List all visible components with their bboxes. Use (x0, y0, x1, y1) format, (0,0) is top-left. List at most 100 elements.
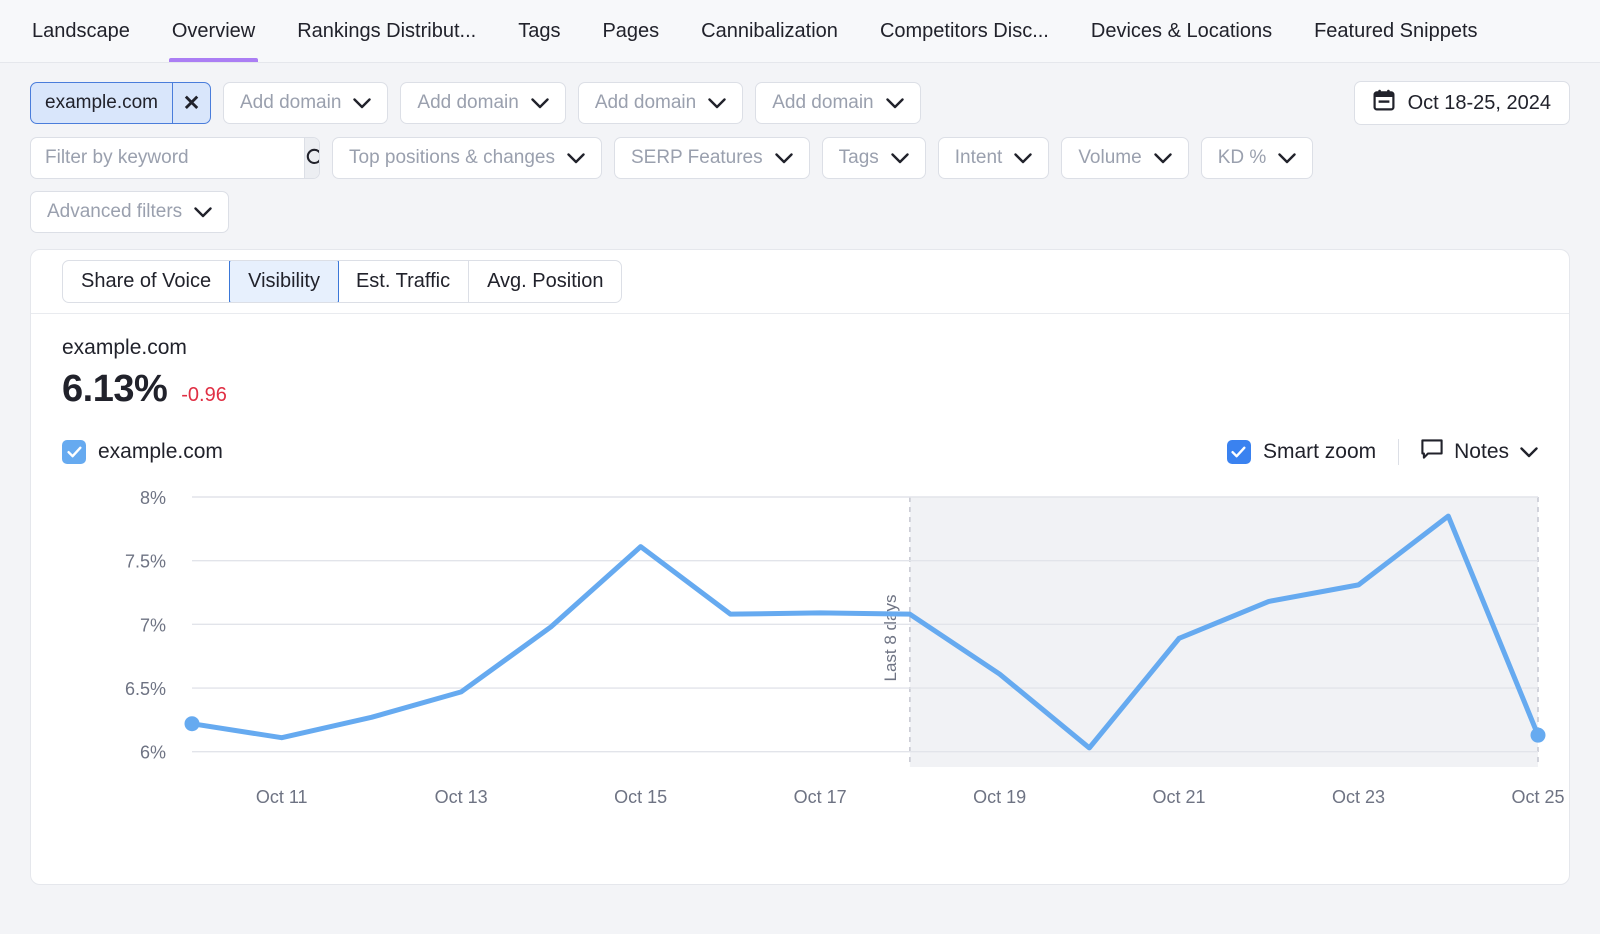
tab-label: Devices & Locations (1091, 20, 1272, 43)
notes-dropdown[interactable]: Notes (1421, 439, 1538, 466)
search-input[interactable] (31, 138, 304, 178)
chart-legend-row: example.com Smart zoom Notes (62, 439, 1538, 465)
tab-cannibalization[interactable]: Cannibalization (680, 0, 859, 62)
visibility-line-chart: Last 8 days6%6.5%7%7.5%8%Oct 11Oct 13Oct… (62, 483, 1538, 823)
chevron-down-icon (1154, 153, 1172, 164)
metric-segmented-control: Share of Voice Visibility Est. Traffic A… (62, 260, 622, 303)
chevron-down-icon (1520, 440, 1538, 464)
series-checkbox-example-com[interactable] (62, 440, 86, 464)
metric-tab-label: Visibility (248, 270, 320, 293)
smart-zoom-toggle[interactable]: Smart zoom (1227, 440, 1376, 464)
filter-serp-features[interactable]: SERP Features (614, 137, 810, 179)
tab-label: Featured Snippets (1314, 20, 1477, 43)
domain-row: example.com ✕ Add domain Add domain Add … (30, 81, 1570, 125)
add-domain-label: Add domain (595, 92, 696, 114)
advanced-filters-button[interactable]: Advanced filters (30, 191, 229, 233)
filter-top-positions-changes[interactable]: Top positions & changes (332, 137, 602, 179)
smart-zoom-label: Smart zoom (1263, 440, 1376, 464)
summary-domain: example.com (62, 336, 1538, 360)
add-domain-label: Add domain (417, 92, 518, 114)
chart-svg[interactable]: Last 8 days6%6.5%7%7.5%8%Oct 11Oct 13Oct… (62, 483, 1568, 823)
tab-landscape[interactable]: Landscape (32, 0, 151, 62)
filter-label: Intent (955, 147, 1003, 169)
metric-tab-est-traffic[interactable]: Est. Traffic (338, 261, 469, 302)
add-domain-label: Add domain (772, 92, 873, 114)
tab-featured-snippets[interactable]: Featured Snippets (1293, 0, 1498, 62)
chart-endpoint-marker[interactable] (1531, 728, 1546, 743)
chart-highlight-region (910, 497, 1538, 767)
chart-endpoint-marker[interactable] (185, 716, 200, 731)
date-range-label: Oct 18-25, 2024 (1408, 92, 1551, 115)
filter-intent[interactable]: Intent (938, 137, 1050, 179)
tab-pages[interactable]: Pages (581, 0, 680, 62)
main-tab-bar: Landscape Overview Rankings Distribut...… (0, 0, 1600, 63)
filter-kd-percent[interactable]: KD % (1201, 137, 1314, 179)
summary-delta: -0.96 (181, 384, 227, 407)
metric-tab-label: Est. Traffic (356, 270, 450, 293)
chevron-down-icon (1014, 153, 1032, 164)
metric-tab-visibility[interactable]: Visibility (229, 260, 339, 303)
filter-label: Top positions & changes (349, 147, 555, 169)
chevron-down-icon (1278, 153, 1296, 164)
tab-label: Overview (172, 20, 255, 43)
metric-tab-share-of-voice[interactable]: Share of Voice (63, 261, 230, 302)
chart-body: example.com 6.13% -0.96 example.com Smar… (31, 314, 1569, 823)
tab-label: Pages (602, 20, 659, 43)
search-icon[interactable] (304, 138, 320, 178)
tab-tags[interactable]: Tags (497, 0, 581, 62)
summary-metric: 6.13% -0.96 (62, 368, 1538, 411)
filter-tags[interactable]: Tags (822, 137, 926, 179)
x-axis-tick-label: Oct 21 (1153, 787, 1206, 807)
x-axis-tick-label: Oct 23 (1332, 787, 1385, 807)
keyword-filter-row: Top positions & changes SERP Features Ta… (30, 137, 1570, 179)
chevron-down-icon (353, 98, 371, 109)
visibility-chart-card: Share of Voice Visibility Est. Traffic A… (30, 249, 1570, 885)
tab-label: Cannibalization (701, 20, 838, 43)
x-axis-tick-label: Oct 15 (614, 787, 667, 807)
date-range-picker[interactable]: Oct 18-25, 2024 (1354, 81, 1570, 125)
y-axis-tick-label: 7.5% (125, 552, 166, 572)
metric-tab-label: Avg. Position (487, 270, 603, 293)
domain-chip-example-com[interactable]: example.com ✕ (30, 82, 211, 124)
chevron-down-icon (775, 153, 793, 164)
chevron-down-icon (567, 153, 585, 164)
chevron-down-icon (891, 153, 909, 164)
tab-devices-and-locations[interactable]: Devices & Locations (1070, 0, 1293, 62)
add-domain-button-4[interactable]: Add domain (755, 82, 920, 124)
tab-label: Competitors Disc... (880, 20, 1049, 43)
add-domain-button-1[interactable]: Add domain (223, 82, 388, 124)
chevron-down-icon (531, 98, 549, 109)
tab-overview[interactable]: Overview (151, 0, 276, 62)
metric-tab-avg-position[interactable]: Avg. Position (469, 261, 621, 302)
tab-label: Landscape (32, 20, 130, 43)
close-icon[interactable]: ✕ (172, 83, 210, 123)
add-domain-button-3[interactable]: Add domain (578, 82, 743, 124)
advanced-filters-label: Advanced filters (47, 201, 182, 223)
chevron-down-icon (886, 98, 904, 109)
metric-tab-bar: Share of Voice Visibility Est. Traffic A… (31, 250, 1569, 314)
filter-label: Tags (839, 147, 879, 169)
tab-label: Rankings Distribut... (297, 20, 476, 43)
y-axis-tick-label: 6.5% (125, 679, 166, 699)
add-domain-button-2[interactable]: Add domain (400, 82, 565, 124)
y-axis-tick-label: 6% (140, 743, 166, 763)
search-input-wrapper[interactable] (30, 137, 320, 179)
filter-area: example.com ✕ Add domain Add domain Add … (0, 63, 1600, 233)
summary-value: 6.13% (62, 368, 167, 411)
x-axis-tick-label: Oct 11 (256, 787, 308, 807)
y-axis-tick-label: 8% (140, 488, 166, 508)
y-axis-tick-label: 7% (140, 615, 166, 635)
filter-label: SERP Features (631, 147, 763, 169)
tab-rankings-distribution[interactable]: Rankings Distribut... (276, 0, 497, 62)
domain-chip-label: example.com (31, 83, 172, 123)
note-bubble-icon (1421, 439, 1443, 466)
x-axis-tick-label: Oct 17 (794, 787, 847, 807)
filter-volume[interactable]: Volume (1061, 137, 1188, 179)
tab-competitors-discovery[interactable]: Competitors Disc... (859, 0, 1070, 62)
chevron-down-icon (194, 207, 212, 218)
metric-tab-label: Share of Voice (81, 270, 211, 293)
divider (1398, 439, 1399, 465)
chevron-down-icon (708, 98, 726, 109)
chart-region-label: Last 8 days (881, 595, 900, 682)
smart-zoom-checkbox[interactable] (1227, 440, 1251, 464)
